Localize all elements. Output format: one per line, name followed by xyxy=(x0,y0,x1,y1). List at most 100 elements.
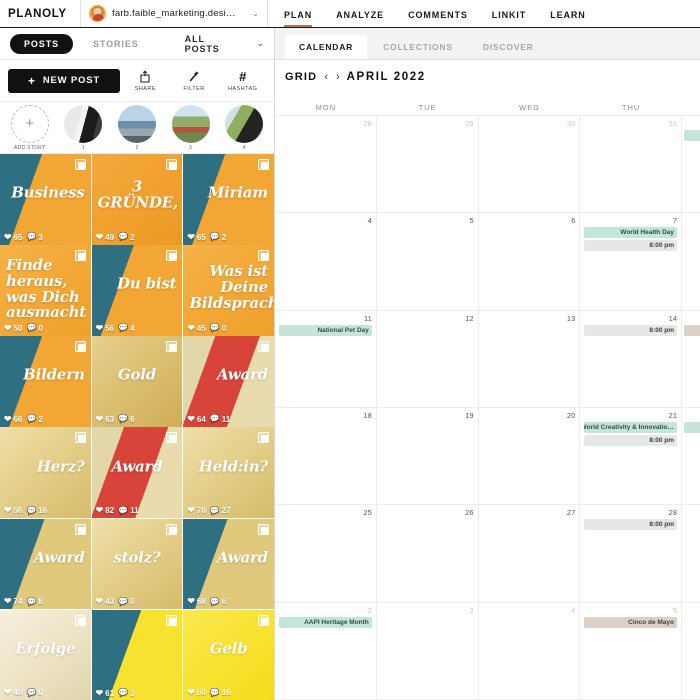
duplicate-icon[interactable] xyxy=(166,341,178,353)
post-tile[interactable]: Gelb ❤ 60 💬 16 xyxy=(183,609,274,700)
calendar-edge-cell[interactable] xyxy=(682,116,700,212)
post-tile[interactable]: Award ❤ 82 💬 11 xyxy=(91,427,183,519)
calendar-day-cell[interactable]: 4 xyxy=(275,213,377,310)
post-tile[interactable]: Award ❤ 74 💬 8 xyxy=(0,518,91,610)
prev-month-icon[interactable]: ‹ xyxy=(323,71,329,83)
calendar-day-cell[interactable]: 6 xyxy=(479,213,581,310)
duplicate-icon[interactable] xyxy=(166,614,178,626)
calendar-event[interactable]: 8:00 pm xyxy=(584,324,677,336)
calendar-day-cell[interactable]: 20 xyxy=(479,407,581,505)
new-post-button[interactable]: + NEW POST xyxy=(8,68,120,93)
tab-discover[interactable]: DISCOVER xyxy=(469,35,548,59)
calendar-day-cell[interactable]: 30 xyxy=(479,116,581,213)
tab-stories[interactable]: STORIES xyxy=(79,34,153,54)
add-story-button[interactable]: + ADD STORY xyxy=(6,104,54,151)
calendar-edge-cell[interactable] xyxy=(682,311,700,407)
post-tile[interactable]: Erfolge ❤ 40 💬 0 xyxy=(0,609,91,700)
post-tile[interactable]: Business ❤ 65 💬 3 xyxy=(0,154,91,245)
duplicate-icon[interactable] xyxy=(257,432,269,444)
calendar-day-cell[interactable]: 29 xyxy=(377,116,479,213)
calendar-day-cell[interactable]: 11 National Pet Day xyxy=(275,310,377,407)
calendar-day-cell[interactable]: 18 xyxy=(275,407,377,505)
duplicate-icon[interactable] xyxy=(166,250,178,262)
brand-logo[interactable]: PLANOLY xyxy=(0,8,80,20)
calendar-event-partial[interactable] xyxy=(684,130,700,141)
all-posts-filter[interactable]: ALL POSTS xyxy=(185,34,225,54)
calendar-edge-cell[interactable] xyxy=(682,408,700,504)
calendar-day-cell[interactable]: 19 xyxy=(377,407,479,505)
calendar-day-cell[interactable]: 25 xyxy=(275,505,377,602)
story-item[interactable]: 2 xyxy=(113,104,161,151)
nav-item-analyze[interactable]: ANALYZE xyxy=(336,10,384,27)
calendar-edge-cell[interactable] xyxy=(682,505,700,601)
post-tile[interactable]: Du bist ❤ 56 💬 4 xyxy=(91,245,183,336)
filter-tool[interactable]: FILTER xyxy=(171,69,218,92)
calendar-event-partial[interactable] xyxy=(684,421,700,433)
duplicate-icon[interactable] xyxy=(257,341,269,353)
calendar-edge-cell[interactable] xyxy=(682,213,700,309)
post-tile[interactable]: Award ❤ 64 💬 11 xyxy=(183,336,274,427)
tab-calendar[interactable]: CALENDAR xyxy=(285,35,368,59)
duplicate-icon[interactable] xyxy=(74,614,86,626)
duplicate-icon[interactable] xyxy=(257,250,269,262)
post-tile[interactable]: Was ist Deine Bildsprache?❤45💬0 xyxy=(183,245,274,336)
post-tile[interactable]: Held:in? ❤ 70 💬 27 xyxy=(183,427,274,519)
duplicate-icon[interactable] xyxy=(166,432,178,444)
calendar-edge-cell[interactable] xyxy=(682,603,700,699)
post-tile[interactable]: Finde heraus, was Dich ausmacht ❤ 50 💬 0 xyxy=(0,245,91,336)
story-item[interactable]: 4 xyxy=(220,104,268,151)
calendar-day-cell[interactable]: 3 xyxy=(377,602,479,699)
calendar-event[interactable]: World Health Day xyxy=(584,227,677,239)
nav-item-linkit[interactable]: LINKIT xyxy=(492,10,526,27)
share-tool[interactable]: SHARE xyxy=(122,69,169,92)
tab-collections[interactable]: COLLECTIONS xyxy=(369,35,467,59)
calendar-event[interactable]: 8:00 pm xyxy=(584,519,677,531)
duplicate-icon[interactable] xyxy=(74,432,86,444)
calendar-event[interactable]: 8:00 pm xyxy=(584,240,677,252)
duplicate-icon[interactable] xyxy=(166,523,178,535)
chevron-down-icon[interactable]: ⌄ xyxy=(256,38,264,49)
calendar-day-cell[interactable]: 21 World Creativity & Innovatio… 8:00 pm xyxy=(580,407,682,505)
calendar-day-cell[interactable]: 13 xyxy=(479,310,581,407)
story-item[interactable]: 3 xyxy=(167,104,215,151)
calendar-day-cell[interactable]: 5 Cinco de Mayo xyxy=(580,602,682,699)
duplicate-icon[interactable] xyxy=(74,341,86,353)
post-tile[interactable]: Bildern ❤ 66 💬 2 xyxy=(0,336,91,427)
duplicate-icon[interactable] xyxy=(74,523,86,535)
calendar-event-partial[interactable] xyxy=(684,324,700,336)
calendar-day-cell[interactable]: 4 xyxy=(479,602,581,699)
calendar-day-cell[interactable]: 5 xyxy=(377,213,479,310)
calendar-event[interactable]: Cinco de Mayo xyxy=(584,616,677,628)
post-tile[interactable]: stolz? ❤ 43 💬 0 xyxy=(91,518,183,610)
calendar-day-cell[interactable]: 12 xyxy=(377,310,479,407)
duplicate-icon[interactable] xyxy=(257,523,269,535)
duplicate-icon[interactable] xyxy=(257,614,269,626)
account-selector[interactable]: farb.faible_marketing.desi… ⌄ xyxy=(80,0,268,27)
calendar-event[interactable]: World Creativity & Innovatio… xyxy=(584,421,677,433)
calendar-day-cell[interactable]: 7 World Health Day 8:00 pm xyxy=(580,213,682,310)
duplicate-icon[interactable] xyxy=(257,159,269,170)
nav-item-plan[interactable]: PLAN xyxy=(284,10,313,27)
calendar-day-cell[interactable]: 2 AAPI Heritage Month xyxy=(275,602,377,699)
post-tile[interactable]: Award ❤ 68 💬 6 xyxy=(183,518,274,610)
post-tile[interactable]: ❤ 61 💬 3 xyxy=(91,609,183,700)
calendar-day-cell[interactable]: 26 xyxy=(377,505,479,602)
grid-view-label[interactable]: GRID xyxy=(285,71,317,83)
nav-item-comments[interactable]: COMMENTS xyxy=(408,10,468,27)
calendar-day-cell[interactable]: 14 8:00 pm xyxy=(580,310,682,407)
next-month-icon[interactable]: › xyxy=(335,71,341,83)
calendar-event[interactable]: 8:00 pm xyxy=(584,434,677,446)
calendar-event[interactable]: AAPI Heritage Month xyxy=(279,616,372,628)
calendar-event[interactable]: National Pet Day xyxy=(279,324,372,336)
nav-item-learn[interactable]: LEARN xyxy=(550,10,586,27)
tab-posts[interactable]: POSTS xyxy=(10,33,74,54)
calendar-day-cell[interactable]: 28 xyxy=(275,116,377,213)
chevron-down-icon[interactable]: ⌄ xyxy=(252,9,267,18)
story-item[interactable]: 1 xyxy=(60,104,108,151)
hashtag-tool[interactable]: # HASHTAG xyxy=(219,69,266,93)
post-tile[interactable]: Gold ❤ 63 💬 6 xyxy=(91,336,183,427)
calendar-day-cell[interactable]: 27 xyxy=(479,505,581,602)
post-tile[interactable]: 3 GRÜNDE, ❤ 49 💬 2 xyxy=(91,154,183,245)
calendar-day-cell[interactable]: 28 8:00 pm xyxy=(580,505,682,602)
duplicate-icon[interactable] xyxy=(74,159,86,170)
